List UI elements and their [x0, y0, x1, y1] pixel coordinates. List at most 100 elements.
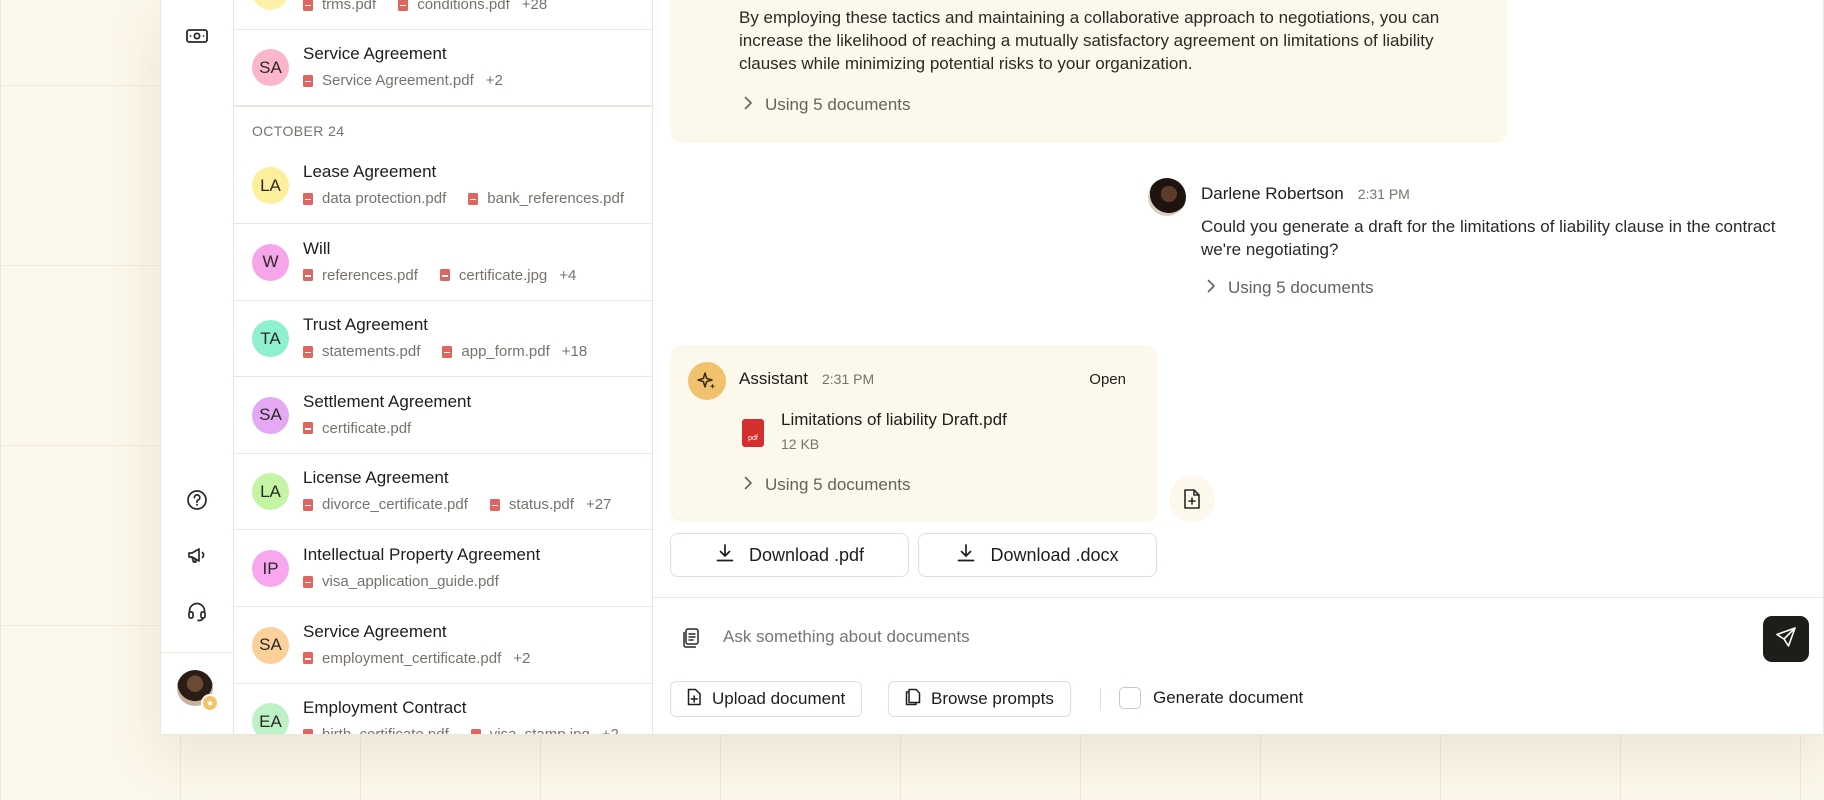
- profile-avatar[interactable]: ★: [177, 670, 219, 712]
- file-size: 12 KB: [781, 436, 820, 452]
- generate-document-toggle[interactable]: Generate document: [1119, 687, 1303, 709]
- download-docx-button[interactable]: Download .docx: [918, 533, 1157, 577]
- generate-document-checkbox[interactable]: [1119, 687, 1141, 709]
- conversation-item[interactable]: SA Service Agreement Service Agreement.pdf…: [234, 30, 652, 106]
- file-icon: [303, 498, 313, 511]
- help-icon[interactable]: [183, 486, 211, 514]
- conversation-item[interactable]: LA Lease Agreement data protection.pdf bank…: [234, 148, 652, 224]
- file-icon: [303, 652, 313, 665]
- app-window: ★ OCTOBER 24 trms.pdf conditions.pdf +28 SA…: [160, 0, 1824, 735]
- more-files-count: +2: [513, 649, 531, 667]
- using-documents-label: Using 5 documents: [1228, 278, 1374, 297]
- send-button[interactable]: [1763, 616, 1809, 662]
- using-documents-label: Using 5 documents: [765, 475, 911, 494]
- file-icon: [303, 422, 313, 435]
- avatar: TA: [252, 320, 289, 358]
- file-name: Service Agreement.pdf: [322, 72, 474, 89]
- more-files-count: +27: [585, 496, 612, 514]
- file-icon: [303, 575, 313, 588]
- chevron-right-icon: [744, 96, 753, 115]
- conversation-title: Will: [303, 238, 331, 258]
- file-name: certificate.pdf: [322, 419, 412, 437]
- conversation-files: references.pdf certificate.jpg +4: [303, 267, 576, 284]
- conversation-item[interactable]: EA Employment Contract birth_certificate.p…: [234, 684, 652, 734]
- browse-prompts-button[interactable]: Browse prompts: [888, 681, 1071, 717]
- more-files-count: +28: [521, 0, 548, 13]
- using-documents-toggle[interactable]: Using 5 documents: [1207, 278, 1374, 298]
- file-name: app_form.pdf: [461, 343, 550, 361]
- message-text: By employing these tactics and maintaini…: [739, 8, 1440, 73]
- upload-document-button[interactable]: Upload document: [670, 681, 863, 717]
- conversation-item[interactable]: TA Trust Agreement statements.pdf app_form.…: [234, 301, 652, 378]
- more-files-count: +18: [561, 343, 588, 361]
- download-icon: [715, 543, 735, 568]
- file-icon: [303, 192, 313, 205]
- file-icon: [470, 728, 481, 734]
- open-file-link[interactable]: Open: [1089, 371, 1126, 388]
- avatar: SA: [252, 626, 289, 664]
- send-icon: [1775, 626, 1797, 653]
- conversation-files: statements.pdf app_form.pdf +18: [303, 343, 587, 360]
- conversation-item[interactable]: IP Intellectual Property Agreement visa_ap…: [234, 531, 652, 607]
- file-name: bank_references.pdf: [487, 190, 625, 207]
- avatar: [1148, 178, 1186, 216]
- file-name: birth_certificate.pdf: [322, 726, 449, 734]
- headset-icon[interactable]: [183, 597, 211, 625]
- conversation-item[interactable]: SA Service Agreement employment_certificat…: [234, 608, 652, 684]
- conversation-title: Trust Agreement: [303, 315, 429, 335]
- conversation-files: data protection.pdf bank_references.pdf: [303, 190, 624, 207]
- file-name[interactable]: Limitations of liability Draft.pdf: [781, 410, 1007, 430]
- conversation-item[interactable]: LA License Agreement divorce_certificate.p…: [234, 454, 652, 531]
- pdf-file-icon: pdf: [742, 419, 764, 447]
- ask-input[interactable]: [723, 620, 1483, 654]
- file-name: visa_application_guide.pdf: [322, 573, 499, 590]
- file-icon: [303, 0, 313, 11]
- conversation-item[interactable]: W Will references.pdf certificate.jpg +4: [234, 225, 652, 301]
- upload-document-label: Upload document: [712, 689, 846, 708]
- file-icon: [303, 269, 313, 282]
- add-file-icon[interactable]: [1169, 476, 1215, 522]
- file-icon: [489, 498, 500, 511]
- avatar: LA: [252, 473, 289, 511]
- money-icon[interactable]: [183, 22, 211, 50]
- conversation-files: visa_application_guide.pdf: [303, 573, 499, 590]
- conversation-item[interactable]: SA Settlement Agreement certificate.pdf: [234, 378, 652, 454]
- megaphone-icon[interactable]: [183, 541, 211, 569]
- chevron-right-icon: [1207, 279, 1216, 298]
- download-icon: [956, 543, 976, 568]
- using-documents-toggle[interactable]: Using 5 documents: [744, 95, 911, 115]
- conversation-title: Employment Contract: [303, 698, 467, 718]
- download-pdf-label: Download .pdf: [748, 544, 865, 565]
- sender-name: Darlene Robertson: [1201, 184, 1344, 203]
- message-time: 2:31 PM: [1357, 186, 1410, 202]
- avatar: EA: [252, 703, 289, 734]
- conversation-title: Service Agreement: [303, 44, 447, 63]
- file-name: trms.pdf: [322, 0, 377, 13]
- rail-divider: [161, 652, 233, 653]
- chevron-right-icon: [744, 476, 753, 495]
- browse-prompts-label: Browse prompts: [931, 689, 1054, 708]
- section-divider: [234, 106, 652, 107]
- using-documents-toggle[interactable]: Using 5 documents: [744, 475, 911, 495]
- file-icon: [303, 728, 313, 734]
- assistant-message: Assistant 2:31 PM Open pdf Limitations o…: [670, 345, 1158, 522]
- prompts-icon: [905, 688, 921, 711]
- conversation-files: trms.pdf conditions.pdf +28: [303, 0, 547, 13]
- conversation-files: certificate.pdf: [303, 420, 411, 437]
- file-name: certificate.jpg: [458, 266, 548, 284]
- conversation-item[interactable]: trms.pdf conditions.pdf +28: [234, 0, 652, 30]
- upload-file-icon: [687, 688, 702, 711]
- more-files-count: +2: [602, 726, 619, 734]
- file-icon: [398, 0, 409, 11]
- generate-document-label: Generate document: [1153, 688, 1304, 707]
- avatar: SA: [252, 49, 289, 86]
- chat-panel: By employing these tactics and maintaini…: [653, 0, 1823, 734]
- more-files-count: +4: [559, 266, 577, 284]
- sender-name: Assistant: [739, 369, 808, 388]
- file-icon: [303, 345, 313, 358]
- section-date-label: OCTOBER 24: [252, 123, 345, 139]
- more-files-count: +2: [485, 72, 503, 89]
- conversation-title: Service Agreement: [303, 621, 447, 641]
- conversation-title: License Agreement: [303, 468, 449, 488]
- download-pdf-button[interactable]: Download .pdf: [670, 533, 909, 577]
